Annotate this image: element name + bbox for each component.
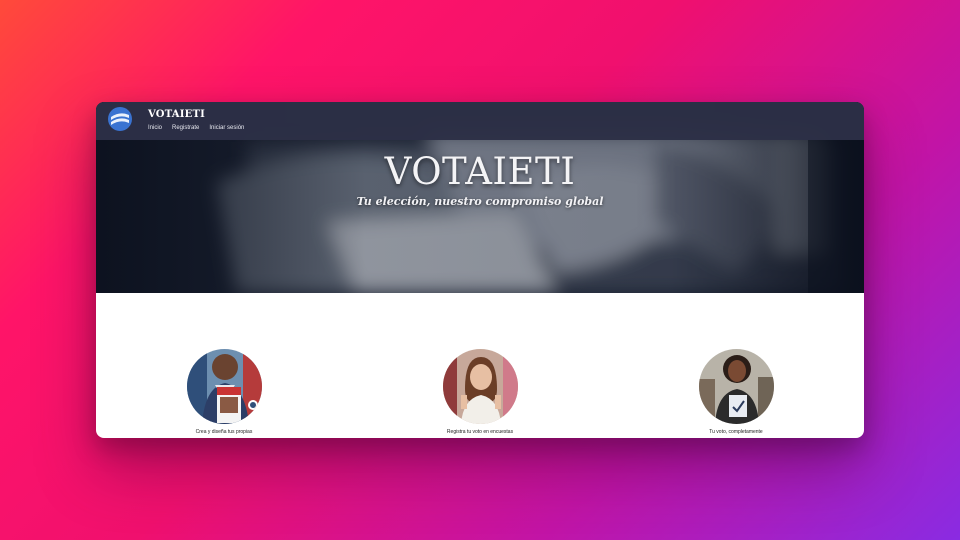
nav-menu: Inicio Registrate Iniciar sesión <box>148 125 244 131</box>
feature-caption-secure: Tu voto, completamente <box>709 429 763 435</box>
hero-subtitle: Tu elección, nuestro compromiso global <box>356 195 604 208</box>
brand-name[interactable]: VOTAIETI <box>148 109 205 120</box>
feature-caption-register: Registra tu voto en encuestas <box>446 429 514 435</box>
nav-link-inicio[interactable]: Inicio <box>148 125 162 131</box>
feature-card-secure: Tu voto, completamente <box>661 349 811 435</box>
top-navbar: VOTAIETI Inicio Registrate Iniciar sesió… <box>96 102 864 140</box>
feature-card-create: Crea y diseña tus propias <box>149 349 299 435</box>
man-holding-ballot-photo <box>186 349 262 424</box>
logo-icon[interactable] <box>108 107 132 131</box>
woman-smiling-photo <box>442 349 518 424</box>
hero-title: VOTAIETI <box>384 150 576 193</box>
feature-caption-create: Crea y diseña tus propias <box>195 429 253 435</box>
woman-with-ballot-photo <box>698 349 774 424</box>
feature-card-register: Registra tu voto en encuestas <box>405 349 555 435</box>
hero-section: VOTAIETI Inicio Registrate Iniciar sesió… <box>96 102 864 293</box>
nav-link-iniciar-sesion[interactable]: Iniciar sesión <box>209 125 244 131</box>
nav-link-registrate[interactable]: Registrate <box>172 125 199 131</box>
browser-window: VOTAIETI Inicio Registrate Iniciar sesió… <box>96 102 864 438</box>
